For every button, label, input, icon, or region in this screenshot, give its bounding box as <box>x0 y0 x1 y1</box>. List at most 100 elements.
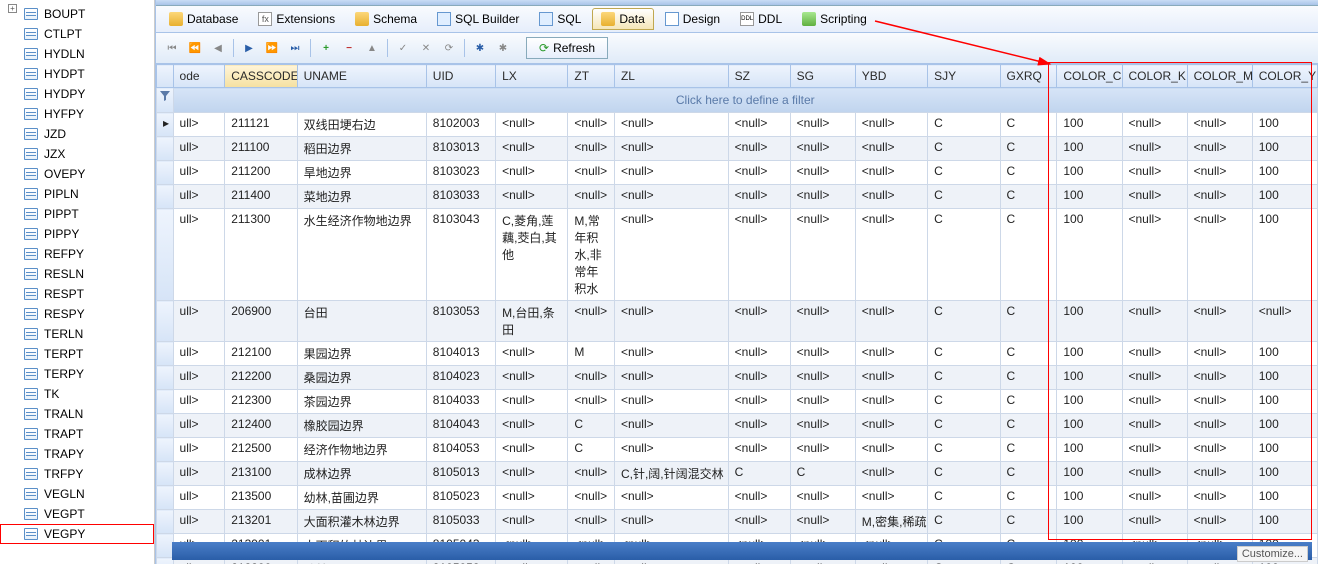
cell-ybd[interactable]: M,密集,稀疏 <box>855 510 927 534</box>
nav-prev-button[interactable]: ◀ <box>208 38 228 58</box>
column-header-sg[interactable]: SG <box>790 65 855 88</box>
cell-ybd[interactable]: <null> <box>855 342 927 366</box>
sidebar-item-traln[interactable]: +TRALN <box>0 404 154 424</box>
cell-zt[interactable]: <null> <box>568 113 615 137</box>
sidebar-item-ctlpt[interactable]: +CTLPT <box>0 24 154 44</box>
cell-zl[interactable]: <null> <box>614 185 728 209</box>
cell-sjy[interactable]: C <box>928 510 1000 534</box>
cell-gxrq[interactable]: C <box>1000 137 1057 161</box>
cell-y[interactable]: 100 <box>1252 342 1317 366</box>
cell-zl[interactable]: <null> <box>614 390 728 414</box>
cell-gxrq[interactable]: C <box>1000 113 1057 137</box>
cell-lx[interactable]: <null> <box>496 486 568 510</box>
column-header-casscode[interactable]: CASSCODE <box>225 65 297 88</box>
cell-gxrq[interactable]: C <box>1000 342 1057 366</box>
cell-k[interactable]: <null> <box>1122 390 1187 414</box>
delete-row-button[interactable]: − <box>339 38 359 58</box>
cell-uid[interactable]: 8103013 <box>426 137 495 161</box>
cell-y[interactable]: 100 <box>1252 137 1317 161</box>
cell-sz[interactable]: <null> <box>728 366 790 390</box>
cell-m[interactable]: <null> <box>1187 390 1252 414</box>
column-header-ode[interactable]: ode <box>173 65 225 88</box>
cell-sz[interactable]: <null> <box>728 510 790 534</box>
cell-sg[interactable]: <null> <box>790 209 855 301</box>
nav-next-button[interactable]: ▶ <box>239 38 259 58</box>
cell-zl[interactable]: <null> <box>614 137 728 161</box>
sidebar-item-refpy[interactable]: +REFPY <box>0 244 154 264</box>
tab-data[interactable]: Data <box>592 8 653 30</box>
table-row[interactable]: ull>212200桑园边界8104023<null><null><null><… <box>157 366 1318 390</box>
cell-uname[interactable]: 双线田埂右边 <box>297 113 426 137</box>
cell-gxrq[interactable]: C <box>1000 486 1057 510</box>
table-row[interactable]: ull>213201大面积灌木林边界8105033<null><null><nu… <box>157 510 1318 534</box>
cell-zt[interactable]: M,常年积水,非常年积水 <box>568 209 615 301</box>
table-row[interactable]: ull>211400菜地边界8103033<null><null><null><… <box>157 185 1318 209</box>
tab-scripting[interactable]: Scripting <box>793 8 876 30</box>
sidebar-item-resln[interactable]: +RESLN <box>0 264 154 284</box>
cell-uid[interactable]: 8103053 <box>426 301 495 342</box>
cell-k[interactable]: <null> <box>1122 137 1187 161</box>
tab-sql-builder[interactable]: SQL Builder <box>428 8 528 30</box>
cell-y[interactable]: 100 <box>1252 510 1317 534</box>
sidebar-item-terpt[interactable]: +TERPT <box>0 344 154 364</box>
cell-gxrq[interactable]: C <box>1000 161 1057 185</box>
cell-ode[interactable]: ull> <box>173 510 225 534</box>
sidebar-item-respt[interactable]: +RESPT <box>0 284 154 304</box>
cell-gxrq[interactable]: C <box>1000 366 1057 390</box>
cell-uid[interactable]: 8105013 <box>426 462 495 486</box>
cell-sg[interactable]: <null> <box>790 510 855 534</box>
cell-y[interactable]: 100 <box>1252 366 1317 390</box>
sidebar-item-ovepy[interactable]: +OVEPY <box>0 164 154 184</box>
cell-zt[interactable]: <null> <box>568 510 615 534</box>
cell-uid[interactable]: 8104043 <box>426 414 495 438</box>
cell-casscode[interactable]: 212300 <box>225 390 297 414</box>
column-header-color_c[interactable]: COLOR_C <box>1057 65 1122 88</box>
cell-sjy[interactable]: C <box>928 137 1000 161</box>
cell-uname[interactable]: 桑园边界 <box>297 366 426 390</box>
column-header-sjy[interactable]: SJY <box>928 65 1000 88</box>
cell-casscode[interactable]: 211100 <box>225 137 297 161</box>
cell-ybd[interactable]: <null> <box>855 462 927 486</box>
cell-zl[interactable]: <null> <box>614 161 728 185</box>
cell-zl[interactable]: C,针,阔,针阔混交林 <box>614 462 728 486</box>
cell-lx[interactable]: <null> <box>496 161 568 185</box>
cell-zt[interactable]: C <box>568 438 615 462</box>
cell-y[interactable]: 100 <box>1252 113 1317 137</box>
cell-sjy[interactable]: C <box>928 486 1000 510</box>
cell-uid[interactable]: 8105023 <box>426 486 495 510</box>
cell-sz[interactable]: <null> <box>728 342 790 366</box>
cell-casscode[interactable]: 212200 <box>225 366 297 390</box>
cell-sz[interactable]: <null> <box>728 486 790 510</box>
column-header-color_k[interactable]: COLOR_K <box>1122 65 1187 88</box>
cell-sjy[interactable]: C <box>928 113 1000 137</box>
cell-ode[interactable]: ull> <box>173 462 225 486</box>
cell-casscode[interactable]: 212100 <box>225 342 297 366</box>
cell-ode[interactable]: ull> <box>173 414 225 438</box>
cell-uname[interactable]: 稻田边界 <box>297 137 426 161</box>
sidebar-item-jzx[interactable]: +JZX <box>0 144 154 164</box>
cell-zt[interactable]: <null> <box>568 462 615 486</box>
table-row[interactable]: ull>212400橡胶园边界8104043<null>C<null><null… <box>157 414 1318 438</box>
cell-y[interactable]: 100 <box>1252 185 1317 209</box>
cell-c[interactable]: 100 <box>1057 462 1122 486</box>
cell-m[interactable]: <null> <box>1187 113 1252 137</box>
sidebar-item-trfpy[interactable]: +TRFPY <box>0 464 154 484</box>
cell-zt[interactable]: <null> <box>568 366 615 390</box>
table-row[interactable]: ull>211200旱地边界8103023<null><null><null><… <box>157 161 1318 185</box>
sidebar-item-tk[interactable]: +TK <box>0 384 154 404</box>
cell-m[interactable]: <null> <box>1187 414 1252 438</box>
cell-c[interactable]: 100 <box>1057 209 1122 301</box>
cell-lx[interactable]: M,台田,条田 <box>496 301 568 342</box>
cell-y[interactable]: 100 <box>1252 209 1317 301</box>
refresh-button[interactable]: ⟳ Refresh <box>526 37 608 59</box>
cell-casscode[interactable]: 211400 <box>225 185 297 209</box>
cell-sjy[interactable]: C <box>928 209 1000 301</box>
cell-uid[interactable]: 8105033 <box>426 510 495 534</box>
sidebar-item-terpy[interactable]: +TERPY <box>0 364 154 384</box>
cell-y[interactable]: 100 <box>1252 161 1317 185</box>
cell-zt[interactable]: M <box>568 342 615 366</box>
cell-ode[interactable]: ull> <box>173 342 225 366</box>
cell-k[interactable]: <null> <box>1122 438 1187 462</box>
cell-uname[interactable]: 菜地边界 <box>297 185 426 209</box>
sidebar-item-pippt[interactable]: +PIPPT <box>0 204 154 224</box>
